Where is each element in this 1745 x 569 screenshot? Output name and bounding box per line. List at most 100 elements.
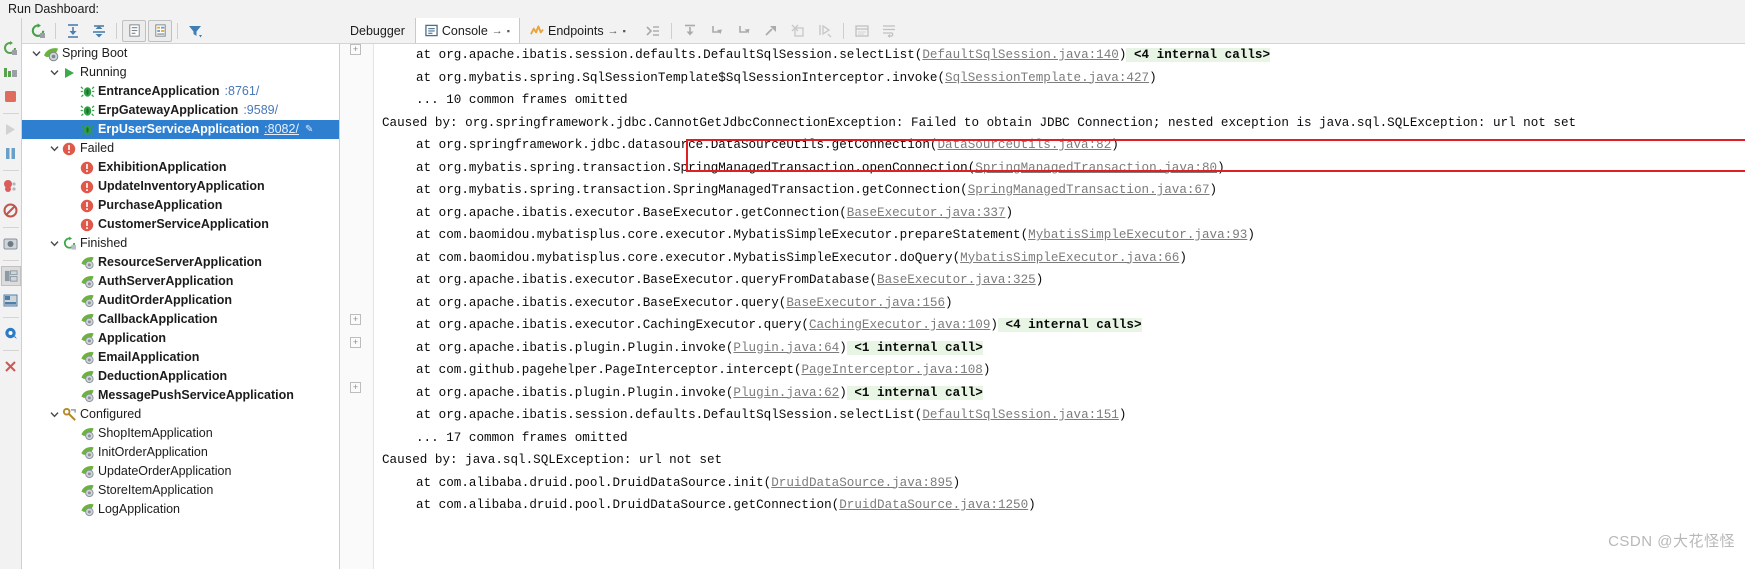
source-link[interactable]: MybatisSimpleExecutor.java:93 [1028, 228, 1247, 242]
force-step-into-icon[interactable] [731, 20, 757, 42]
tab-debugger[interactable]: Debugger [340, 18, 415, 43]
chevron-down-icon[interactable] [48, 68, 61, 77]
drop-frame-icon[interactable] [785, 20, 811, 42]
run-dashboard-tree[interactable]: Spring Boot Running EntranceApplication:87… [22, 44, 340, 569]
detach-arrow-icon[interactable]: → [608, 25, 619, 37]
rerun-icon[interactable] [26, 20, 50, 42]
source-link[interactable]: DefaultSqlSession.java:151 [922, 408, 1119, 422]
internal-calls-badge[interactable]: <1 internal call> [846, 340, 983, 355]
console-fold-gutter[interactable]: + + + + [340, 44, 374, 569]
tree-item-logapplication[interactable]: LogApplication [22, 500, 339, 519]
tree-item-exhibitionapplication[interactable]: ExhibitionApplication [22, 158, 339, 177]
source-link[interactable]: SpringManagedTransaction.java:80 [975, 161, 1217, 175]
tree-item-application[interactable]: Application [22, 329, 339, 348]
restore-layout-icon[interactable] [1, 290, 21, 310]
source-link[interactable]: Plugin.java:62 [733, 386, 839, 400]
tree-item-callbackapplication[interactable]: CallbackApplication [22, 310, 339, 329]
failed-icon [79, 198, 95, 214]
fold-expand-icon[interactable]: + [350, 314, 361, 325]
fold-expand-icon[interactable]: + [350, 44, 361, 55]
divider [2, 113, 19, 114]
source-link[interactable]: DataSourceUtils.java:82 [937, 138, 1111, 152]
source-link[interactable]: BaseExecutor.java:156 [786, 296, 945, 310]
tree-item-running[interactable]: Running [22, 63, 339, 82]
source-link[interactable]: BaseExecutor.java:337 [847, 206, 1006, 220]
tree-item-configured[interactable]: Configured [22, 405, 339, 424]
rerun-icon[interactable] [1, 38, 21, 58]
expand-all-icon[interactable] [61, 20, 85, 42]
tree-item-resourceserverapplication[interactable]: ResourceServerApplication [22, 253, 339, 272]
source-link[interactable]: BaseExecutor.java:325 [877, 273, 1036, 287]
run-to-cursor-icon[interactable] [812, 20, 838, 42]
layout-icon[interactable] [0, 266, 21, 286]
trace-current-stream-icon[interactable] [640, 20, 666, 42]
tree-item-spring-boot[interactable]: Spring Boot [22, 44, 339, 63]
chevron-down-icon[interactable] [30, 49, 43, 58]
detach-arrow-icon[interactable]: → [492, 25, 503, 37]
tree-item-initorderapplication[interactable]: InitOrderApplication [22, 443, 339, 462]
stop-icon[interactable] [1, 86, 21, 106]
source-link[interactable]: DruidDataSource.java:1250 [839, 498, 1028, 512]
source-link[interactable]: SpringManagedTransaction.java:67 [968, 183, 1210, 197]
chevron-down-icon[interactable] [48, 239, 61, 248]
tree-item-port-link[interactable]: :8082/ [264, 120, 299, 139]
step-over-icon[interactable] [677, 20, 703, 42]
edit-pencil-icon[interactable]: ✎ [305, 120, 313, 139]
tree-item-emailapplication[interactable]: EmailApplication [22, 348, 339, 367]
console-output[interactable]: at org.apache.ibatis.session.defaults.De… [374, 44, 1745, 569]
tree-item-entranceapplication[interactable]: EntranceApplication:8761/ [22, 82, 339, 101]
tree-item-erpgatewayapplication[interactable]: ErpGatewayApplication:9589/ [22, 101, 339, 120]
tab-console[interactable]: Console → ▪ [414, 18, 520, 43]
tree-item-authserverapplication[interactable]: AuthServerApplication [22, 272, 339, 291]
mute-breakpoints-icon[interactable] [1, 200, 21, 220]
gear-icon[interactable] [1, 323, 21, 343]
internal-calls-badge[interactable]: <4 internal calls> [997, 318, 1142, 332]
step-out-icon[interactable] [758, 20, 784, 42]
internal-calls-badge[interactable]: <1 internal call> [846, 385, 983, 400]
group-by-icon[interactable] [148, 19, 172, 42]
console-text: at org.apache.ibatis.executor.CachingExe… [416, 318, 809, 332]
tree-item-deductionapplication[interactable]: DeductionApplication [22, 367, 339, 386]
chevron-down-icon[interactable] [48, 144, 61, 153]
tree-item-updateinventoryapplication[interactable]: UpdateInventoryApplication [22, 177, 339, 196]
fold-expand-icon[interactable]: + [350, 336, 361, 348]
soft-wrap-icon[interactable] [876, 20, 902, 42]
chevron-down-icon[interactable] [48, 410, 61, 419]
source-link[interactable]: Plugin.java:64 [733, 341, 839, 355]
tree-item-purchaseapplication[interactable]: PurchaseApplication [22, 196, 339, 215]
tab-endpoints[interactable]: Endpoints → ▪ [520, 18, 636, 43]
tree-item-label: UpdateOrderApplication [98, 464, 232, 478]
tree-item-port-link[interactable]: :8761/ [225, 82, 260, 101]
tree-item-messagepushserviceapplication[interactable]: MessagePushServiceApplication [22, 386, 339, 405]
tree-item-storeitemapplication[interactable]: StoreItemApplication [22, 481, 339, 500]
tree-item-auditorderapplication[interactable]: AuditOrderApplication [22, 291, 339, 310]
source-link[interactable]: DefaultSqlSession.java:140 [922, 48, 1119, 62]
tree-item-finished[interactable]: Finished [22, 234, 339, 253]
step-into-icon[interactable] [704, 20, 730, 42]
tree-item-label: EmailApplication [98, 350, 200, 364]
source-link[interactable]: SqlSessionTemplate.java:427 [945, 71, 1149, 85]
show-configurations-icon[interactable] [122, 19, 146, 42]
camera-icon[interactable] [1, 233, 21, 253]
source-link[interactable]: CachingExecutor.java:109 [809, 318, 990, 332]
fold-expand-icon[interactable]: + [350, 381, 361, 393]
collapse-all-icon[interactable] [87, 20, 111, 42]
tree-item-shopitemapplication[interactable]: ShopItemApplication [22, 424, 339, 443]
tree-item-failed[interactable]: Failed [22, 139, 339, 158]
tree-item-port-link[interactable]: :9589/ [243, 101, 278, 120]
rerun-failed-tests-icon[interactable] [1, 62, 21, 82]
source-link[interactable]: DruidDataSource.java:895 [771, 476, 952, 490]
close-icon[interactable] [1, 356, 21, 376]
source-link[interactable]: MybatisSimpleExecutor.java:66 [960, 251, 1179, 265]
tree-item-erpuserserviceapplication[interactable]: ErpUserServiceApplication:8082/ ✎ [22, 120, 339, 139]
source-link[interactable]: PageInterceptor.java:108 [801, 363, 982, 377]
pause-program-icon[interactable] [1, 143, 21, 163]
resume-program-icon[interactable] [1, 119, 21, 139]
tab-endpoints-label: Endpoints [547, 23, 604, 38]
view-breakpoints-icon[interactable] [1, 176, 21, 196]
tree-item-updateorderapplication[interactable]: UpdateOrderApplication [22, 462, 339, 481]
evaluate-expression-icon[interactable] [849, 20, 875, 42]
tree-item-customerserviceapplication[interactable]: CustomerServiceApplication [22, 215, 339, 234]
filter-icon[interactable] [183, 20, 207, 42]
internal-calls-badge[interactable]: <4 internal calls> [1126, 48, 1271, 62]
